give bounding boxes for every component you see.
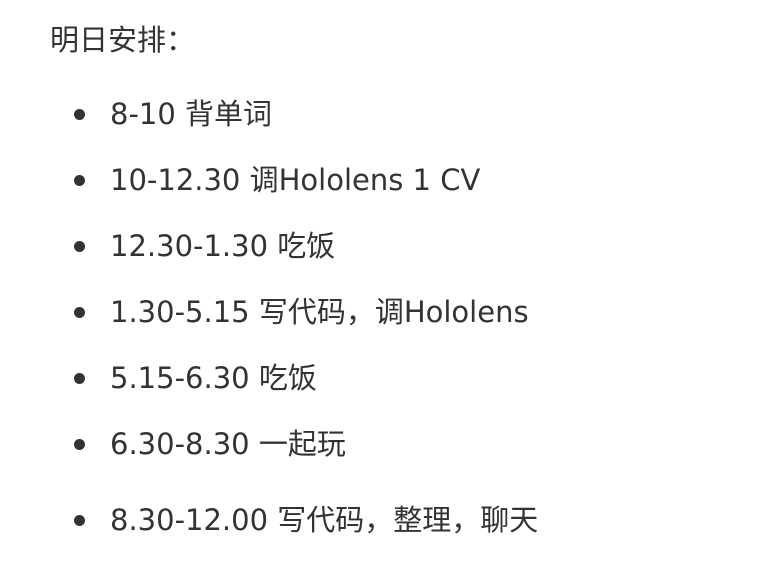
schedule-item-text: 1.30-5.15 写代码，调Hololens [110, 295, 529, 329]
schedule-item: 10-12.30 调Hololens 1 CV [0, 162, 770, 198]
schedule-item-text: 8.30-12.00 写代码，整理，聊天 [110, 503, 539, 537]
bullet-icon [74, 109, 85, 120]
bullet-icon [74, 175, 85, 186]
schedule-item: 8.30-12.00 写代码，整理，聊天 [0, 502, 770, 538]
schedule-item: 12.30-1.30 吃饭 [0, 228, 770, 264]
schedule-item: 6.30-8.30 一起玩 [0, 426, 770, 462]
schedule-item: 1.30-5.15 写代码，调Hololens [0, 294, 770, 330]
schedule-item-text: 6.30-8.30 一起玩 [110, 427, 346, 461]
schedule-item-text: 12.30-1.30 吃饭 [110, 229, 336, 263]
schedule-item-text: 5.15-6.30 吃饭 [110, 361, 317, 395]
bullet-icon [74, 515, 85, 526]
schedule-item: 5.15-6.30 吃饭 [0, 360, 770, 396]
bullet-icon [74, 307, 85, 318]
schedule-item-text: 8-10 背单词 [110, 97, 273, 131]
schedule-list: 8-10 背单词 10-12.30 调Hololens 1 CV 12.30-1… [0, 0, 770, 576]
bullet-icon [74, 373, 85, 384]
bullet-icon [74, 241, 85, 252]
schedule-item-text: 10-12.30 调Hololens 1 CV [110, 163, 481, 197]
bullet-icon [74, 439, 85, 450]
schedule-item: 8-10 背单词 [0, 96, 770, 132]
